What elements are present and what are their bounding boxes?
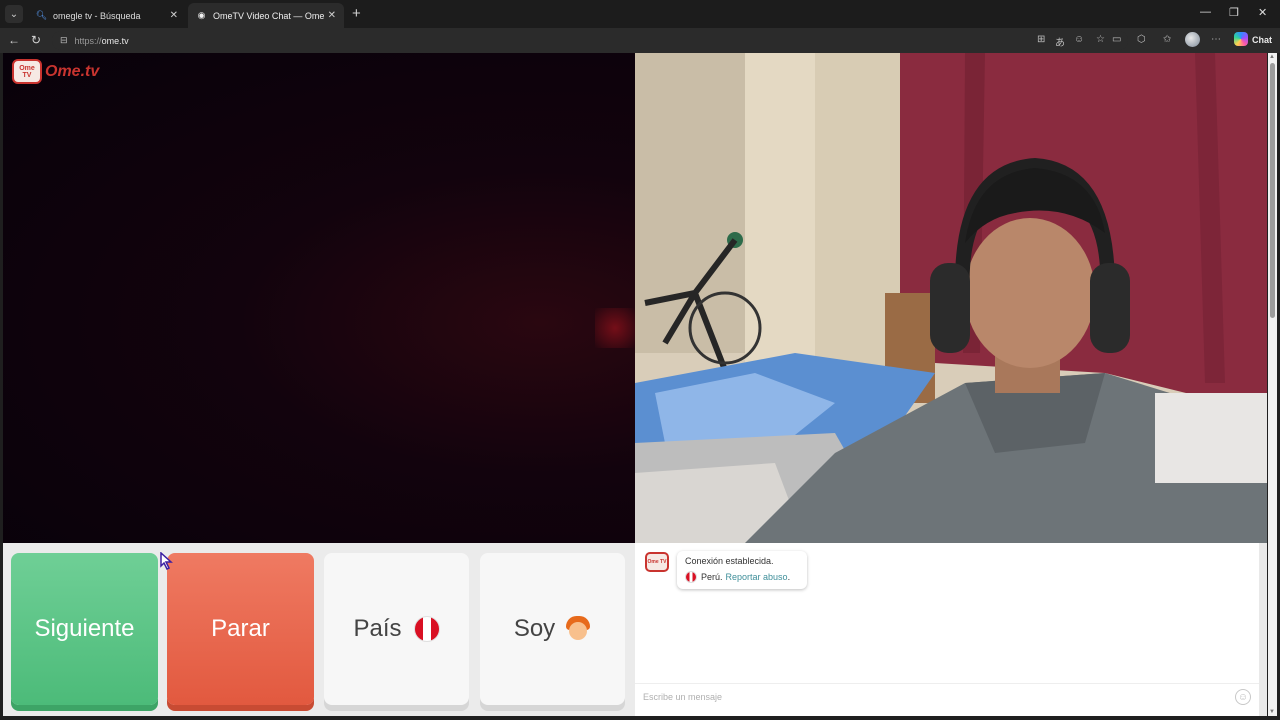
tab-title: OmeTV Video Chat — Omegle bbox=[213, 10, 324, 21]
extensions-icon[interactable]: ⬡ bbox=[1137, 34, 1146, 45]
favorites-icon[interactable]: ✩ bbox=[1163, 34, 1171, 45]
camera-in-use-icon[interactable]: ▭ bbox=[1112, 34, 1121, 45]
ometv-logo[interactable]: Ome TV Ome.tv bbox=[12, 59, 99, 84]
site-info-icon[interactable]: ⊟ bbox=[60, 35, 68, 46]
url-host: ome.tv bbox=[101, 35, 129, 46]
tab-actions-menu-button[interactable]: ⌄ bbox=[5, 5, 23, 23]
peru-flag-icon bbox=[685, 571, 697, 583]
boy-icon bbox=[565, 616, 591, 642]
message-input[interactable] bbox=[643, 691, 1203, 702]
connection-status: Conexión establecida. bbox=[685, 556, 774, 566]
video-glow bbox=[595, 308, 635, 348]
page-scrollbar[interactable]: ▲ ▼ bbox=[1268, 53, 1277, 716]
profile-avatar[interactable] bbox=[1185, 32, 1200, 47]
country-button-label: País bbox=[353, 615, 402, 642]
copilot-icon[interactable] bbox=[1234, 32, 1248, 46]
stop-button[interactable]: Parar bbox=[167, 553, 314, 705]
peru-flag-icon bbox=[413, 616, 440, 642]
camera-feed-image bbox=[635, 53, 1267, 543]
scroll-up-icon[interactable]: ▲ bbox=[1269, 54, 1275, 60]
report-suffix: . bbox=[787, 572, 791, 582]
message-input-row: ☺ bbox=[635, 683, 1259, 709]
logo-text: Ome.tv bbox=[45, 62, 100, 80]
scroll-down-icon[interactable]: ▼ bbox=[1269, 709, 1275, 715]
gender-select-button[interactable]: Soy bbox=[480, 553, 625, 705]
reload-icon[interactable]: ↻ bbox=[31, 33, 41, 47]
text-chat-panel: Ome TV Conexión establecida. Perú. Repor… bbox=[635, 543, 1259, 716]
search-icon: 🔍︎ bbox=[35, 10, 48, 20]
cursor-icon bbox=[160, 552, 173, 570]
partner-country: Perú. bbox=[701, 572, 723, 582]
globe-icon: ◉ bbox=[197, 10, 206, 20]
next-button[interactable]: Siguiente bbox=[11, 553, 158, 705]
favorite-star-icon[interactable]: ☆ bbox=[1096, 34, 1105, 45]
country-filter-button[interactable]: País bbox=[324, 553, 469, 705]
tv-logo-icon: Ome TV bbox=[645, 552, 669, 572]
chat-controls: Siguiente Parar País Soy bbox=[3, 543, 635, 716]
tab-close-icon[interactable]: ✕ bbox=[170, 10, 178, 21]
tab-search[interactable]: 🔍︎ omegle tv - Búsqueda ✕ bbox=[28, 3, 186, 28]
url-protocol: https:// bbox=[74, 35, 102, 46]
ometv-page: Ome TV Ome.tv Siguiente Parar País Soy O… bbox=[3, 53, 1267, 716]
restore-icon[interactable]: ❐ bbox=[1229, 6, 1239, 19]
emoji-icon[interactable]: ☺ bbox=[1235, 689, 1251, 705]
copilot-chat-label[interactable]: Chat bbox=[1252, 35, 1272, 45]
stop-button-label: Parar bbox=[211, 615, 270, 642]
remote-video: Ome TV Ome.tv bbox=[3, 53, 635, 543]
new-tab-button[interactable]: + bbox=[352, 5, 361, 22]
tv-logo-icon: Ome TV bbox=[12, 59, 42, 84]
next-button-label: Siguiente bbox=[34, 615, 135, 642]
tab-ometv[interactable]: ◉ OmeTV Video Chat — Omegle ✕ bbox=[188, 3, 344, 28]
tab-close-icon[interactable]: ✕ bbox=[328, 10, 336, 21]
address-bar[interactable]: ⊟ https://ome.tv bbox=[52, 31, 1128, 50]
gender-button-label: Soy bbox=[513, 615, 556, 642]
tracking-prevention-icon[interactable]: ☺ bbox=[1074, 34, 1084, 45]
scrollbar-thumb[interactable] bbox=[1270, 63, 1275, 318]
app-available-icon[interactable]: ⊞ bbox=[1037, 34, 1045, 45]
local-camera-video bbox=[635, 53, 1267, 543]
tab-title: omegle tv - Búsqueda bbox=[53, 10, 141, 21]
system-message: Conexión establecida. Perú. Reportar abu… bbox=[677, 551, 807, 589]
report-abuse-link[interactable]: Reportar abuso bbox=[726, 572, 788, 582]
back-icon[interactable]: ← bbox=[8, 33, 20, 47]
window-close-icon[interactable]: ✕ bbox=[1258, 6, 1267, 19]
minimize-icon[interactable]: — bbox=[1200, 6, 1211, 18]
translate-icon[interactable]: あ bbox=[1055, 34, 1065, 49]
more-menu-icon[interactable]: ⋯ bbox=[1211, 34, 1221, 45]
